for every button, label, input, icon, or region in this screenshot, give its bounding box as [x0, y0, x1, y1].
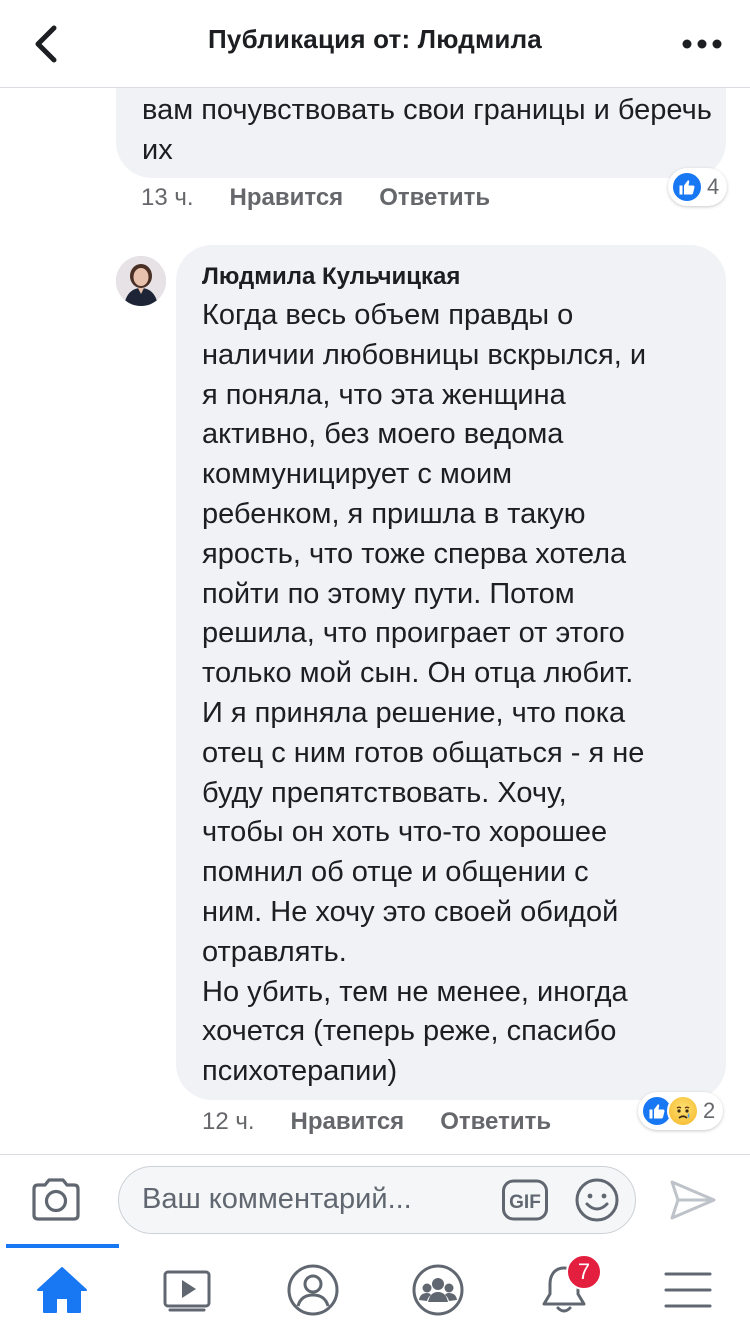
- like-reaction-icon: [671, 171, 703, 203]
- like-button[interactable]: Нравится: [230, 184, 344, 212]
- camera-icon: [32, 1178, 80, 1221]
- notification-badge: 7: [566, 1254, 602, 1290]
- active-tab-indicator: [6, 1244, 119, 1248]
- comment-meta: 13 ч. Нравится Ответить: [141, 184, 526, 212]
- tab-groups[interactable]: [410, 1262, 466, 1318]
- comment-input-placeholder[interactable]: Ваш комментарий...: [142, 1183, 412, 1216]
- reaction-count: 2: [703, 1098, 716, 1123]
- tab-profile[interactable]: [285, 1262, 341, 1318]
- tab-home[interactable]: [34, 1262, 90, 1318]
- emoji-button[interactable]: [574, 1177, 620, 1223]
- tab-menu[interactable]: [660, 1262, 716, 1318]
- emoji-icon: [575, 1178, 619, 1222]
- reaction-summary[interactable]: 2: [638, 1092, 724, 1130]
- more-horizontal-icon: [682, 39, 722, 49]
- page-title: Публикация от: Людмила: [208, 24, 542, 54]
- comment-author[interactable]: Людмила Кульчицкая: [202, 263, 460, 291]
- gif-label: GIF: [509, 1192, 541, 1213]
- comment-meta: 12 ч. Нравится Ответить: [202, 1108, 587, 1136]
- tab-watch[interactable]: [160, 1262, 216, 1318]
- sad-reaction-icon: [667, 1095, 699, 1127]
- avatar[interactable]: [116, 256, 166, 306]
- comment-text: вам почувствовать свои границы и беречь …: [142, 94, 712, 166]
- gif-icon: GIF: [502, 1179, 548, 1221]
- gif-button[interactable]: GIF: [501, 1177, 549, 1223]
- send-button[interactable]: [668, 1176, 718, 1224]
- reply-button[interactable]: Ответить: [379, 184, 490, 212]
- groups-icon: [412, 1264, 464, 1316]
- bottom-tab-bar: [0, 1246, 750, 1334]
- comment-text: Когда весь объем правды о наличии любовн…: [202, 299, 647, 1088]
- menu-icon: [664, 1272, 712, 1308]
- video-icon: [163, 1270, 211, 1312]
- home-icon: [37, 1267, 87, 1313]
- comment-time[interactable]: 13 ч.: [141, 184, 194, 212]
- reaction-count: 4: [707, 174, 720, 199]
- more-options-button[interactable]: [678, 24, 726, 64]
- like-button[interactable]: Нравится: [291, 1108, 405, 1136]
- camera-button[interactable]: [30, 1177, 82, 1221]
- profile-icon: [287, 1264, 339, 1316]
- reaction-summary[interactable]: 4: [668, 168, 728, 206]
- send-icon: [670, 1180, 716, 1220]
- reply-button[interactable]: Ответить: [440, 1108, 551, 1136]
- app-header: Публикация от: Людмила: [0, 0, 750, 88]
- comment-time[interactable]: 12 ч.: [202, 1108, 255, 1136]
